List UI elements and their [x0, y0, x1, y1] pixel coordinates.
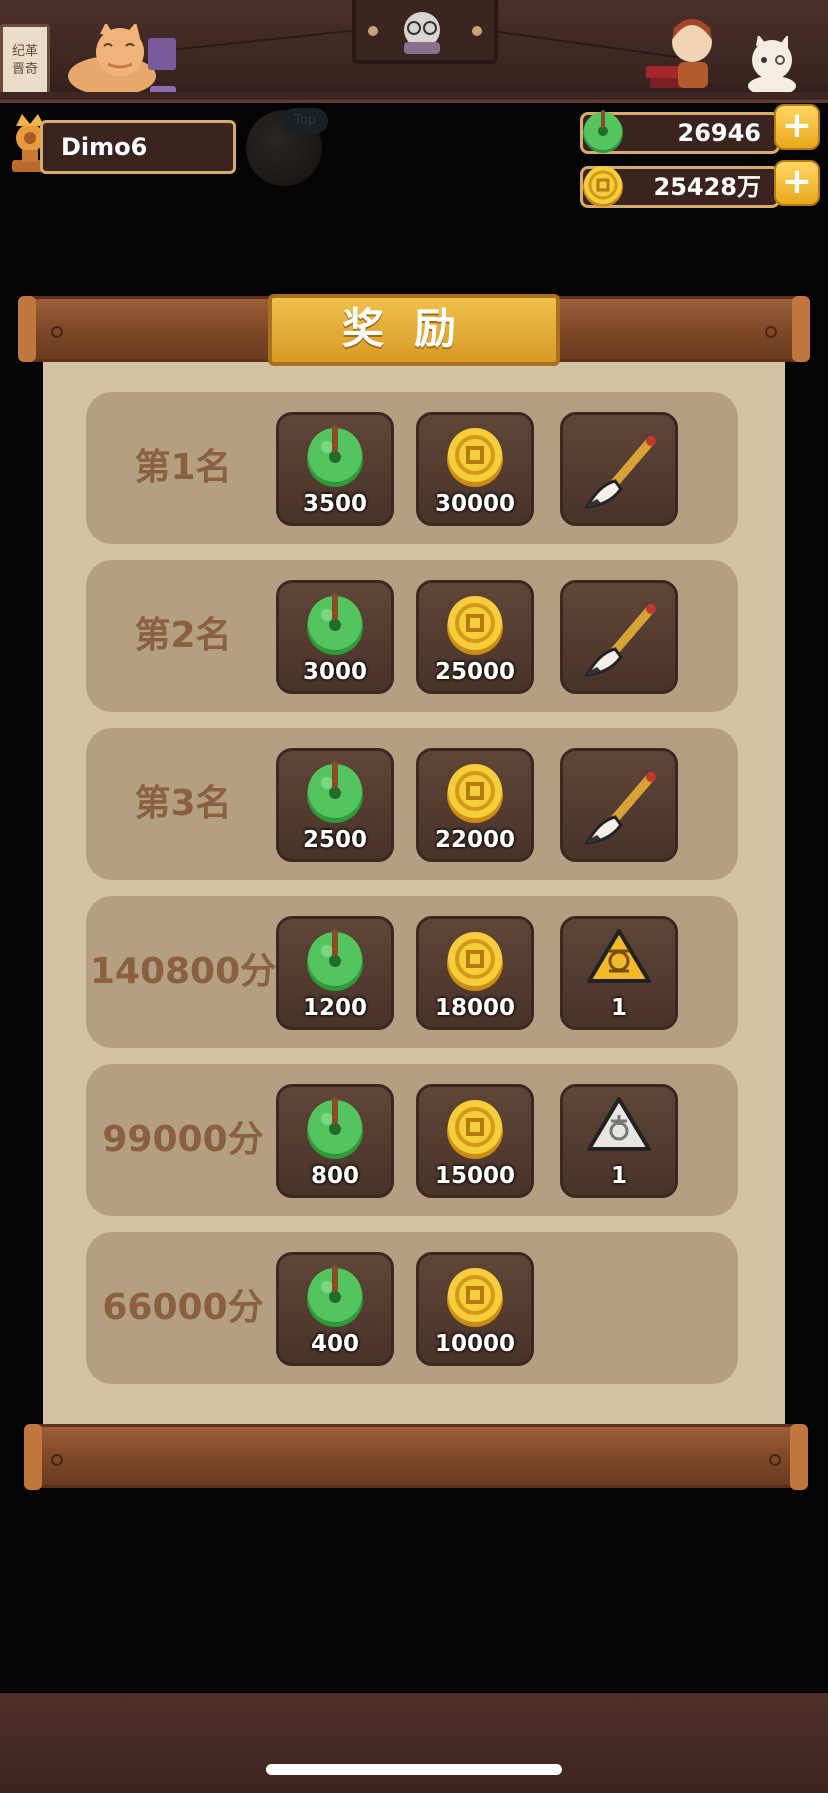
gold-coin-icon	[447, 764, 503, 823]
gold-reward[interactable]: 25000	[416, 580, 534, 694]
scroll-bottom-rod	[24, 1424, 808, 1490]
jade-reward[interactable]: 1200	[276, 916, 394, 1030]
jade-reward[interactable]: 3000	[276, 580, 394, 694]
jade-disc-icon	[583, 110, 623, 153]
add-gold-button[interactable]: +	[774, 160, 820, 206]
bottom-bar	[0, 1693, 828, 1793]
rank-label: 第2名	[134, 615, 232, 656]
girl-with-books-icon	[646, 19, 712, 88]
reward-row: 99000分 800 15000 1	[86, 1064, 738, 1216]
reward-amount: 800	[310, 1163, 359, 1189]
rank-label: 66000分	[102, 1287, 264, 1328]
gold-coin-icon	[447, 428, 503, 487]
gold-amount: 25428万	[653, 173, 762, 201]
rank-label: 第1名	[134, 447, 232, 488]
portrait-frame	[352, 0, 498, 64]
reward-amount: 30000	[434, 491, 516, 517]
cat-reading-icon	[68, 24, 176, 96]
jade-disc-icon	[307, 1097, 363, 1159]
add-jade-button[interactable]: +	[774, 104, 820, 150]
jade-reward[interactable]: 2500	[276, 748, 394, 862]
brush-icon	[584, 604, 656, 677]
reward-amount: 10000	[434, 1331, 516, 1357]
gold-reward[interactable]: 10000	[416, 1252, 534, 1366]
jade-disc-icon	[307, 929, 363, 991]
jade-reward[interactable]: 400	[276, 1252, 394, 1366]
reward-amount: 400	[310, 1331, 359, 1357]
gold-reward[interactable]: 15000	[416, 1084, 534, 1198]
reward-amount: 15000	[434, 1163, 516, 1189]
reward-title-text: 奖励	[341, 304, 486, 353]
jade-reward[interactable]: 3500	[276, 412, 394, 526]
gold-coin-icon	[447, 1268, 503, 1327]
player-name: Dimo6	[61, 133, 148, 161]
gold-coin-icon	[447, 596, 503, 655]
wall-sign: 纪革 晋奇	[0, 24, 50, 98]
wall-sign-text: 纪革 晋奇	[11, 44, 38, 77]
silver-charm-icon	[587, 1097, 651, 1151]
reward-row: 第3名 2500 22000	[86, 728, 738, 880]
rank-label: 140800分	[89, 951, 277, 992]
gold-coin-icon	[447, 1100, 503, 1159]
home-indicator[interactable]	[266, 1764, 562, 1775]
jade-reward[interactable]: 800	[276, 1084, 394, 1198]
reward-amount: 25000	[434, 659, 516, 685]
jade-disc-icon	[307, 425, 363, 487]
gold-reward[interactable]: 30000	[416, 412, 534, 526]
brush-icon	[584, 772, 656, 845]
item-reward[interactable]: 1	[560, 916, 678, 1030]
reward-amount: 3500	[302, 491, 367, 517]
reward-row: 66000分 400 10000	[86, 1232, 738, 1384]
reward-amount: 1	[610, 1163, 627, 1189]
reward-amount: 3000	[302, 659, 367, 685]
plus-icon: +	[781, 161, 813, 202]
item-reward[interactable]	[560, 748, 678, 862]
brush-icon	[584, 436, 656, 509]
jade-amount: 26946	[677, 119, 762, 147]
rank-label: 99000分	[102, 1119, 264, 1160]
gold-coin-icon	[583, 166, 623, 207]
jade-disc-icon	[307, 761, 363, 823]
reward-row: 第2名 3000 25000	[86, 560, 738, 712]
reward-amount: 22000	[434, 827, 516, 853]
top-badge: Top	[282, 108, 328, 134]
reward-amount: 1200	[302, 995, 367, 1021]
reward-amount: 1	[610, 995, 627, 1021]
reward-row: 第1名 3500 30000	[86, 392, 738, 544]
gold-reward[interactable]: 22000	[416, 748, 534, 862]
reward-row: 140800分 1200 18000 1	[86, 896, 738, 1048]
reward-amount: 2500	[302, 827, 367, 853]
white-cat-icon	[748, 36, 796, 96]
gold-coin-icon	[447, 932, 503, 991]
plus-icon: +	[781, 105, 813, 146]
reward-amount: 18000	[434, 995, 516, 1021]
player-name-tag[interactable]: Dimo6	[40, 120, 236, 174]
top-scene: 纪革 晋奇	[0, 0, 828, 103]
jade-disc-icon	[307, 593, 363, 655]
old-man-portrait-icon	[404, 12, 440, 54]
item-reward[interactable]	[560, 580, 678, 694]
jade-disc-icon	[307, 1265, 363, 1327]
rank-label: 第3名	[134, 783, 232, 824]
item-reward[interactable]: 1	[560, 1084, 678, 1198]
item-reward[interactable]	[560, 412, 678, 526]
gold-reward[interactable]: 18000	[416, 916, 534, 1030]
reward-title: 奖励	[268, 294, 560, 366]
gold-charm-icon	[587, 929, 651, 983]
